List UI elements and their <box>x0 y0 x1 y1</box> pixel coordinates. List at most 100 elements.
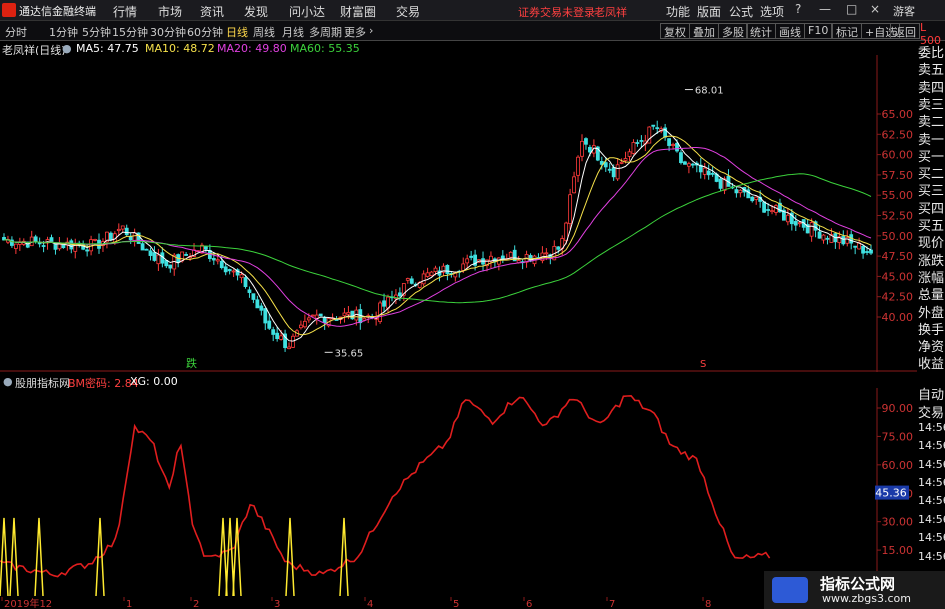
maximize-icon[interactable]: □ <box>846 2 857 16</box>
candle-body <box>108 232 113 240</box>
menu-item-function[interactable]: 功能 <box>666 3 690 20</box>
candle-body <box>263 308 268 324</box>
quote-field-12[interactable]: 涨跌 <box>918 250 945 269</box>
quote-field-6[interactable]: 买一 <box>918 146 945 165</box>
app-logo-icon <box>2 3 16 17</box>
candle-body <box>386 296 390 309</box>
candle-body <box>576 156 580 176</box>
period-more[interactable]: 更多 <box>344 24 366 40</box>
low-label: 35.65 <box>335 348 364 359</box>
menu-item-market[interactable]: 市场 <box>158 3 182 20</box>
tool-multi[interactable]: 多股 <box>718 23 748 39</box>
candlestick-chart[interactable]: 65.00 62.50 60.00 57.50 55.00 52.50 50.00 47.50… <box>0 55 917 372</box>
tool-overlay[interactable]: 叠加 <box>689 23 719 39</box>
candle-body <box>318 313 323 317</box>
tool-mark[interactable]: 标记 <box>832 23 862 39</box>
period-30min[interactable]: 30分钟 <box>150 24 186 40</box>
indicator-dot-icon[interactable]: ● <box>3 375 13 388</box>
quote-field-15[interactable]: 外盘 <box>918 302 945 321</box>
candle-body <box>41 245 46 247</box>
tool-stats[interactable]: 统计 <box>746 23 776 39</box>
candle-body <box>140 243 145 251</box>
menu-item-discover[interactable]: 发现 <box>244 3 268 20</box>
menu-item-news[interactable]: 资讯 <box>200 3 224 20</box>
candle-body <box>635 142 640 144</box>
quote-field-7[interactable]: 买二 <box>918 163 945 182</box>
candle-body <box>429 271 434 277</box>
indicator-side-8: 14:56 <box>918 531 945 545</box>
menu-item-wealth[interactable]: 财富圈 <box>340 3 376 20</box>
guest-label[interactable]: 游客 <box>893 3 915 19</box>
quote-field-18[interactable]: 收益 <box>918 353 945 372</box>
quote-field-17[interactable]: 净资 <box>918 336 945 355</box>
indicator-side-1: 交易 <box>918 406 945 422</box>
period-1min[interactable]: 1分钟 <box>49 24 78 40</box>
candle-body <box>611 167 616 178</box>
candle-body <box>168 264 173 269</box>
tool-draw[interactable]: 画线 <box>775 23 805 39</box>
candle-body <box>607 168 612 171</box>
period-timeshare[interactable]: 分时 <box>5 24 27 40</box>
close-icon[interactable]: × <box>870 2 880 16</box>
candle-body <box>655 127 660 130</box>
x-axis-label: 7 <box>609 599 615 609</box>
quote-field-0[interactable]: 委比 <box>918 42 945 61</box>
app-title: 通达信金融终端 <box>19 5 96 18</box>
quote-field-8[interactable]: 买三 <box>918 180 945 199</box>
quote-field-11[interactable]: 现价 <box>918 232 945 251</box>
quote-field-5[interactable]: 卖一 <box>918 129 945 148</box>
quote-field-9[interactable]: 买四 <box>918 198 945 217</box>
menu-item-options[interactable]: 选项 <box>760 3 784 20</box>
login-warning: 证券交易未登录 <box>518 6 595 19</box>
minimize-icon[interactable]: — <box>819 2 831 16</box>
candle-body <box>33 236 38 242</box>
x-axis-label: 5 <box>453 599 459 609</box>
tool-adjust[interactable]: 复权 <box>660 23 690 39</box>
period-weekly[interactable]: 周线 <box>253 24 275 40</box>
candle-body <box>267 320 272 329</box>
candle-body <box>409 278 414 284</box>
menu-item-layout[interactable]: 版面 <box>697 3 721 20</box>
period-60min[interactable]: 60分钟 <box>187 24 223 40</box>
quote-field-10[interactable]: 买五 <box>918 215 945 234</box>
chevron-right-icon[interactable]: › <box>369 24 373 37</box>
period-5min[interactable]: 5分钟 <box>82 24 111 40</box>
period-daily[interactable]: 日线 <box>226 24 248 40</box>
quote-field-2[interactable]: 卖四 <box>918 77 945 96</box>
tool-back[interactable]: 返回 <box>890 23 920 39</box>
candle-body <box>382 300 386 307</box>
candle-body <box>762 201 767 213</box>
candle-body <box>861 245 865 254</box>
y-tick-label: 52.50 <box>882 210 914 223</box>
candle-body <box>37 242 42 245</box>
quote-field-14[interactable]: 总量 <box>918 284 945 303</box>
candle-body <box>817 231 822 239</box>
candle-body <box>580 140 584 157</box>
period-15min[interactable]: 15分钟 <box>112 24 148 40</box>
quote-field-16[interactable]: 换手 <box>918 319 945 338</box>
indicator-side-0: 自动 <box>918 388 945 403</box>
quote-field-4[interactable]: 卖二 <box>918 111 945 130</box>
candle-body <box>671 144 675 146</box>
quote-field-13[interactable]: 涨幅 <box>918 267 945 286</box>
candle-body <box>350 310 355 320</box>
marker-sell: S <box>700 359 706 370</box>
indicator-side-9: 14:56 <box>918 549 945 563</box>
tool-f10[interactable]: F10 <box>804 23 833 39</box>
candle-body <box>239 274 244 279</box>
indicator-tick-label: 75.00 <box>882 430 914 443</box>
period-multi[interactable]: 多周期 <box>309 24 342 40</box>
settings-dot-icon[interactable]: ● <box>62 42 72 55</box>
candle-body <box>291 335 295 348</box>
candle-body <box>603 162 608 168</box>
help-icon[interactable]: ? <box>795 2 801 16</box>
menu-item-trade[interactable]: 交易 <box>396 3 420 20</box>
period-monthly[interactable]: 月线 <box>282 24 304 40</box>
quote-field-1[interactable]: 卖五 <box>918 59 945 78</box>
indicator-chart[interactable]: 90.0075.0060.0045.0030.0015.0045.36 <box>0 388 917 598</box>
menu-item-formula[interactable]: 公式 <box>729 3 753 20</box>
menu-item-quotes[interactable]: 行情 <box>113 3 137 20</box>
menu-item-ask[interactable]: 问小达 <box>289 3 325 20</box>
quote-field-3[interactable]: 卖三 <box>918 94 945 113</box>
top-menu-bar: 通达信金融终端 行情 市场 资讯 发现 问小达 财富圈 交易 证券交易未登录 老… <box>0 0 945 21</box>
